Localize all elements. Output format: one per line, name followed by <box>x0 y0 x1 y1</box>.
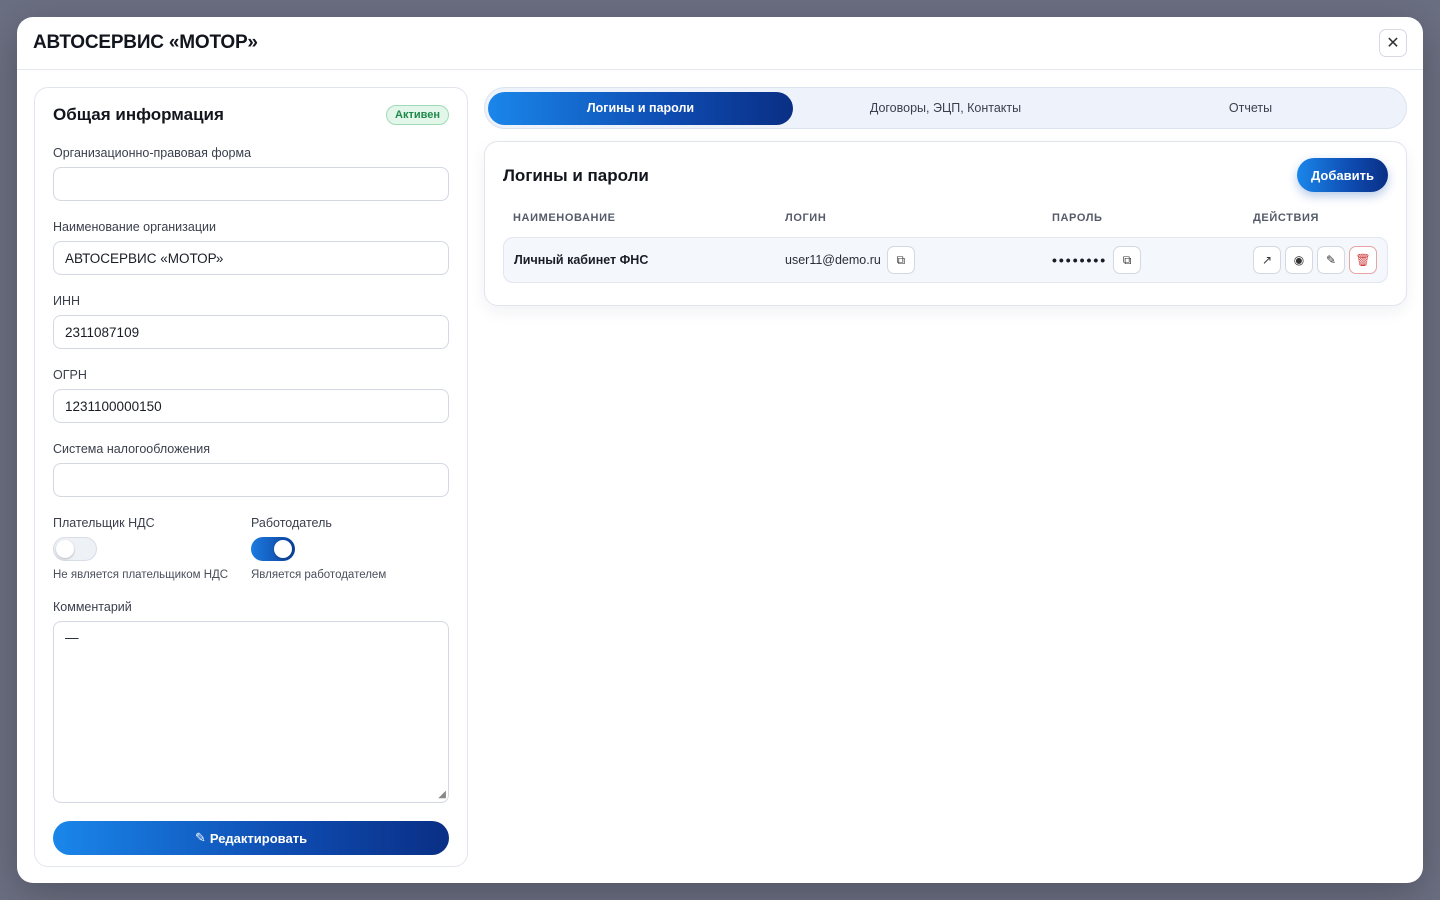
trash-icon: 🗑 <box>1355 253 1371 267</box>
ogrn-label: ОГРН <box>53 368 87 382</box>
vat-payer-label: Плательщик НДС <box>53 516 155 530</box>
vat-payer-group: Плательщик НДС Не является плательщиком … <box>53 516 251 581</box>
comment-value: — <box>65 630 79 645</box>
pencil-icon: ✎ <box>1325 253 1337 267</box>
employer-toggle[interactable] <box>251 537 295 561</box>
logins-panel: Логины и пароли Добавить НАИМЕНОВАНИЕ ЛО… <box>484 141 1407 306</box>
modal-dialog: АВТОСЕРВИС «МОТОР» ✕ Общая информация Ак… <box>17 17 1423 883</box>
tab-contracts[interactable]: Договоры, ЭЦП, Контакты <box>793 92 1098 125</box>
view-button[interactable]: ◉ <box>1285 246 1313 274</box>
close-button[interactable]: ✕ <box>1379 29 1407 57</box>
inn-label: ИНН <box>53 294 81 308</box>
modal-title: АВТОСЕРВИС «МОТОР» <box>33 32 258 53</box>
table-row: Личный кабинет ФНС user11@demo.ru ⧉ ••••… <box>503 237 1388 283</box>
status-badge: Активен <box>386 105 449 125</box>
logins-title: Логины и пароли <box>503 166 649 185</box>
copy-login-button[interactable]: ⧉ <box>886 246 915 274</box>
copy-password-button[interactable]: ⧉ <box>1113 246 1142 274</box>
delete-button[interactable]: 🗑 <box>1349 246 1377 274</box>
column-header-name: НАИМЕНОВАНИЕ <box>513 212 616 224</box>
tabs-bar: Логины и пароли Договоры, ЭЦП, Контакты … <box>484 87 1407 129</box>
legal-form-input[interactable] <box>53 167 449 201</box>
comment-textarea[interactable]: — ◢ <box>53 621 449 803</box>
tax-system-input[interactable] <box>53 463 449 497</box>
external-link-icon: ↗ <box>1261 253 1273 267</box>
pencil-icon: ✎ <box>194 830 206 845</box>
row-actions: ↗ ◉ ✎ 🗑 <box>1253 246 1377 274</box>
column-header-login: ЛОГИН <box>785 212 827 224</box>
close-icon: ✕ <box>1386 35 1400 52</box>
copy-icon: ⧉ <box>896 252 906 267</box>
open-link-button[interactable]: ↗ <box>1253 246 1281 274</box>
general-info-title: Общая информация <box>53 105 224 124</box>
vat-payer-description: Не является плательщиком НДС <box>53 569 229 581</box>
resize-grip-icon[interactable]: ◢ <box>438 790 446 800</box>
vat-payer-toggle[interactable] <box>53 537 97 561</box>
row-login-cell: user11@demo.ru ⧉ <box>785 238 915 282</box>
tab-reports[interactable]: Отчеты <box>1098 92 1403 125</box>
comment-label: Комментарий <box>53 600 132 614</box>
tax-system-label: Система налогообложения <box>53 442 211 456</box>
org-name-input[interactable]: АВТОСЕРВИС «МОТОР» <box>53 241 449 275</box>
org-name-label: Наименование организации <box>53 220 216 234</box>
ogrn-input[interactable]: 1231100000150 <box>53 389 449 423</box>
copy-icon: ⧉ <box>1122 252 1132 267</box>
edit-button-label: Редактировать <box>209 830 308 846</box>
eye-icon: ◉ <box>1293 253 1305 267</box>
add-button[interactable]: Добавить <box>1297 158 1388 192</box>
row-login: user11@demo.ru <box>785 253 881 267</box>
employer-description: Является работодателем <box>251 569 387 581</box>
employer-group: Работодатель Является работодателем <box>251 516 449 581</box>
tab-logins[interactable]: Логины и пароли <box>488 91 793 125</box>
column-header-actions: ДЕЙСТВИЯ <box>1253 212 1320 224</box>
general-info-card: Общая информация Активен Организационно-… <box>34 87 468 867</box>
edit-button[interactable]: ✎ Редактировать <box>53 821 449 855</box>
row-password: •••••••• <box>1052 252 1108 268</box>
column-header-password: ПАРОЛЬ <box>1052 212 1103 224</box>
employer-label: Работодатель <box>251 516 332 530</box>
edit-row-button[interactable]: ✎ <box>1317 246 1345 274</box>
row-password-cell: •••••••• ⧉ <box>1052 238 1142 282</box>
legal-form-label: Организационно-правовая форма <box>53 146 252 160</box>
modal-header: АВТОСЕРВИС «МОТОР» ✕ <box>17 17 1423 70</box>
inn-input[interactable]: 2311087109 <box>53 315 449 349</box>
row-name: Личный кабинет ФНС <box>514 253 649 267</box>
